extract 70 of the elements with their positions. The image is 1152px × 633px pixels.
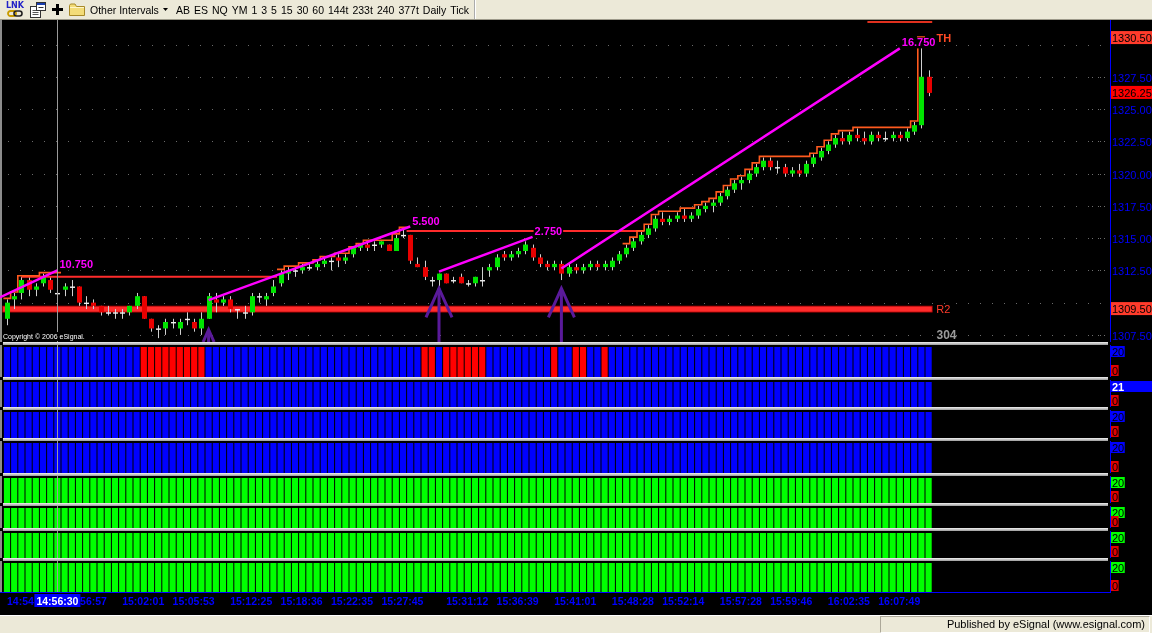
interval-button[interactable]: 30: [294, 0, 311, 19]
interval-button[interactable]: Daily: [420, 0, 449, 19]
interval-button[interactable]: 377t: [396, 0, 421, 19]
time-label: 15:02:01: [122, 595, 165, 607]
time-label: 15:27:45: [381, 595, 424, 607]
value-readout: 21: [1111, 380, 1152, 393]
symbol-button[interactable]: NQ: [209, 0, 230, 19]
time-label: 15:05:53: [172, 595, 215, 607]
chart-label: TH: [936, 32, 952, 45]
interval-button[interactable]: 144t: [326, 0, 351, 19]
symbol-button[interactable]: AB: [173, 0, 192, 19]
cursor-time-label: 14:56:30: [34, 594, 81, 607]
interval-button[interactable]: 5: [269, 0, 279, 19]
price-badge: 1326.25: [1111, 85, 1152, 99]
time-label: 15:18:36: [280, 595, 323, 607]
scale-label: 20: [1111, 441, 1125, 454]
scale-label: 0: [1111, 460, 1119, 473]
caret-icon: [162, 8, 168, 11]
document-icon[interactable]: [29, 1, 46, 18]
time-label: 15:36:39: [496, 595, 539, 607]
price-label: 1307.50: [1112, 329, 1152, 342]
price-label: 1325.00: [1112, 103, 1152, 116]
interval-button[interactable]: Tick: [448, 0, 472, 19]
time-label: 15:48:28: [611, 595, 654, 607]
time-label: 15:41:01: [554, 595, 597, 607]
price-label: 1322.50: [1112, 135, 1152, 148]
scale-label: 0: [1111, 364, 1119, 377]
interval-button[interactable]: 60: [310, 0, 326, 19]
scale-label: 20: [1111, 561, 1125, 574]
scale-label: 20: [1111, 531, 1125, 544]
interval-button[interactable]: 240: [374, 0, 397, 19]
price-badge: 1309.50: [1111, 302, 1152, 316]
price-label: 1317.50: [1112, 200, 1152, 213]
time-label: 15:52:14: [662, 595, 705, 607]
price-badge: 1330.50: [1111, 31, 1152, 45]
time-label: 14:54: [7, 595, 34, 607]
time-label: 15:57:28: [719, 595, 762, 607]
scale-label: 20: [1111, 476, 1125, 489]
scale-label: 20: [1111, 345, 1125, 358]
time-label: 16:02:35: [827, 595, 870, 607]
link-button[interactable]: LNK: [4, 0, 26, 19]
scale-label: 0: [1111, 545, 1119, 558]
price-label: 1312.50: [1112, 264, 1152, 277]
price-label: 1320.00: [1112, 168, 1152, 181]
scale-label: 0: [1111, 579, 1119, 592]
symbol-button[interactable]: ES: [191, 0, 210, 19]
interval-button[interactable]: 15: [278, 0, 295, 19]
interval-button[interactable]: 1: [249, 0, 260, 19]
chain-icon: [7, 10, 23, 17]
folder-icon[interactable]: [69, 3, 85, 16]
scale-label: 20: [1111, 410, 1125, 423]
symbol-button[interactable]: YM: [229, 0, 250, 19]
chart-label: 304: [936, 327, 957, 342]
level-label: R2: [936, 303, 951, 316]
scale-label: 0: [1111, 394, 1119, 407]
plus-icon[interactable]: [52, 4, 63, 15]
price-label: 1315.00: [1112, 232, 1152, 245]
time-label: 16:07:49: [878, 595, 921, 607]
time-label: 15:59:46: [770, 595, 813, 607]
time-label: 15:31:12: [446, 595, 489, 607]
scale-label: 0: [1111, 490, 1119, 503]
time-label: 15:12:25: [230, 595, 273, 607]
status-text: Published by eSignal (www.esignal.com): [880, 616, 1150, 633]
time-label: 15:22:35: [331, 595, 374, 607]
scale-label: 0: [1111, 425, 1119, 438]
intervals-dropdown[interactable]: Other Intervals: [88, 0, 174, 19]
interval-button[interactable]: 3: [259, 0, 270, 19]
time-label: 56:57: [80, 595, 107, 607]
interval-button[interactable]: 233t: [350, 0, 375, 19]
price-label: 1327.50: [1112, 71, 1152, 84]
